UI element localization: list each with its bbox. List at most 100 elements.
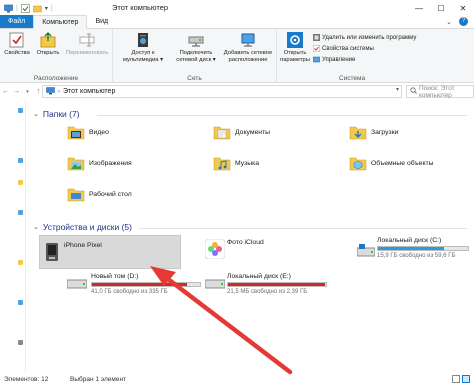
drive-usage-bar [227, 282, 327, 287]
navigation-pane[interactable] [0, 100, 26, 372]
qat-dropdown-icon[interactable]: ▾ [45, 5, 48, 12]
properties-button[interactable]: Свойства [2, 32, 32, 57]
rename-icon [79, 32, 95, 48]
nav-pin-icon[interactable] [18, 300, 23, 305]
help-icon[interactable]: ? [459, 17, 468, 26]
devices-section-title: Устройства и диски (5) [42, 222, 132, 232]
recent-dropdown-icon[interactable]: ▾ [22, 89, 33, 95]
address-dropdown-icon[interactable]: ▾ [396, 86, 399, 93]
nav-pin-icon[interactable] [18, 180, 23, 185]
devices-section-header[interactable]: ⌄ Устройства и диски (5) [33, 222, 132, 232]
rename-button[interactable]: Переименовать [64, 32, 110, 57]
collapse-ribbon-icon[interactable]: ⌄ [446, 18, 452, 26]
open-button[interactable]: Открыть [35, 32, 61, 57]
separator: | [50, 4, 53, 12]
desktop-folder-icon [67, 185, 85, 203]
separator: | [16, 4, 18, 12]
gear-icon [287, 32, 303, 48]
folder-downloads[interactable]: Загрузки [349, 123, 398, 141]
drive-usage-fill [92, 283, 188, 286]
maximize-button[interactable]: ☐ [430, 0, 452, 16]
open-settings-label-1: Открыть [283, 50, 307, 56]
drive-usage-bar [91, 282, 201, 287]
tab-view[interactable]: Вид [87, 15, 116, 28]
ribbon: Свойства Открыть Переименовать Расположе… [0, 29, 474, 83]
network-drive-icon [188, 32, 204, 48]
content-pane: ⌄ Папки (7) Видео Документы Загрузки Изо… [27, 100, 474, 372]
drive-usage-fill [228, 283, 326, 286]
nav-pin-icon[interactable] [18, 108, 23, 113]
music-folder-icon [213, 154, 231, 172]
collapse-chevron-icon[interactable]: ⌄ [33, 223, 39, 231]
properties-icon [9, 32, 25, 48]
computer-icon [4, 4, 13, 13]
portable-device-icon [44, 242, 60, 264]
quick-access-toolbar: | ▾ | [0, 3, 53, 13]
drive-e[interactable]: Локальный диск (E:) 21,5 МБ свободно из … [203, 268, 335, 300]
device-name: iPhone Pixel [64, 242, 102, 249]
drive-name: Локальный диск (C:) [377, 237, 442, 244]
drive-d[interactable]: Новый том (D:) 41,0 ГБ свободно из 335 Г… [66, 268, 209, 300]
folder-3d-objects[interactable]: Объемные объекты [349, 154, 434, 172]
nav-pin-icon[interactable] [18, 210, 23, 215]
map-drive-label-2: сетевой диск ▾ [176, 56, 216, 63]
large-icons-view-icon[interactable] [462, 375, 470, 383]
folder-label: Объемные объекты [371, 159, 434, 167]
window-title: Этот компьютер [112, 3, 169, 12]
new-folder-icon[interactable] [33, 4, 42, 13]
folder-videos[interactable]: Видео [67, 123, 109, 141]
tab-computer[interactable]: Компьютер [33, 15, 88, 29]
item-count: Элементов: 12 [4, 375, 49, 383]
folder-music[interactable]: Музыка [213, 154, 259, 172]
folder-label: Документы [235, 128, 271, 136]
system-properties-icon [312, 44, 321, 53]
nav-pin-icon[interactable] [18, 340, 23, 345]
media-access-button[interactable]: Доступ к мультимедиа ▾ [117, 32, 169, 63]
search-input[interactable]: Поиск: Этот компьютер [406, 85, 474, 99]
hard-drive-icon [356, 244, 376, 260]
forward-arrow-icon[interactable]: → [11, 88, 22, 95]
system-group: Открыть параметры Удалить или изменить п… [277, 29, 427, 83]
back-arrow-icon[interactable]: ← [0, 88, 11, 95]
drive-free-space: 41,0 ГБ свободно из 335 ГБ [91, 289, 168, 295]
details-view-icon[interactable] [452, 375, 460, 383]
section-divider [97, 115, 467, 116]
address-field[interactable]: › Этот компьютер [42, 85, 402, 98]
network-location-icon [240, 32, 256, 48]
folder-documents[interactable]: Документы [213, 123, 270, 141]
address-bar-row: ← → ▾ ↑ › Этот компьютер ▾ Поиск: Этот к… [0, 84, 474, 99]
properties-check-icon[interactable] [21, 3, 30, 13]
video-folder-icon [67, 123, 85, 141]
status-bar: Элементов: 12 Выбран 1 элемент [0, 372, 474, 386]
folders-section-header[interactable]: ⌄ Папки (7) [33, 109, 80, 119]
location-group: Свойства Открыть Переименовать Расположе… [0, 29, 113, 83]
system-properties-label: Свойства системы [322, 45, 374, 52]
hard-drive-icon [204, 279, 226, 291]
open-settings-button[interactable]: Открыть параметры [279, 32, 311, 63]
manage-button[interactable]: Управление [312, 56, 356, 63]
drive-c[interactable]: Локальный диск (C:) 15,9 ГБ свободно из … [355, 235, 473, 267]
manage-icon [312, 56, 321, 63]
tab-file[interactable]: Файл [0, 15, 34, 28]
documents-folder-icon [213, 123, 231, 141]
network-group-label: Сеть [187, 75, 202, 82]
uninstall-program-button[interactable]: Удалить или изменить программу [313, 34, 416, 41]
breadcrumb-chevron-icon[interactable]: › [58, 89, 60, 95]
folder-pictures[interactable]: Изображения [67, 154, 132, 172]
device-icloud-photos[interactable]: Фото iCloud [203, 235, 345, 267]
system-properties-button[interactable]: Свойства системы [312, 44, 374, 53]
drive-usage-bar [377, 246, 469, 251]
collapse-chevron-icon[interactable]: ⌄ [33, 110, 39, 118]
manage-label: Управление [322, 56, 356, 63]
minimize-button[interactable]: — [408, 0, 430, 16]
breadcrumb-this-pc[interactable]: Этот компьютер [63, 88, 115, 95]
map-network-drive-button[interactable]: Подключить сетевой диск ▾ [169, 32, 223, 63]
downloads-folder-icon [349, 123, 367, 141]
device-iphone[interactable]: iPhone Pixel [39, 235, 181, 269]
nav-pin-icon[interactable] [18, 158, 23, 163]
folder-desktop[interactable]: Рабочий стол [67, 185, 132, 203]
close-button[interactable]: ✕ [452, 0, 474, 16]
add-network-location-button[interactable]: Добавить сетевое расположение [221, 32, 275, 63]
nav-pin-icon[interactable] [18, 260, 23, 265]
folder-label: Видео [89, 128, 109, 136]
